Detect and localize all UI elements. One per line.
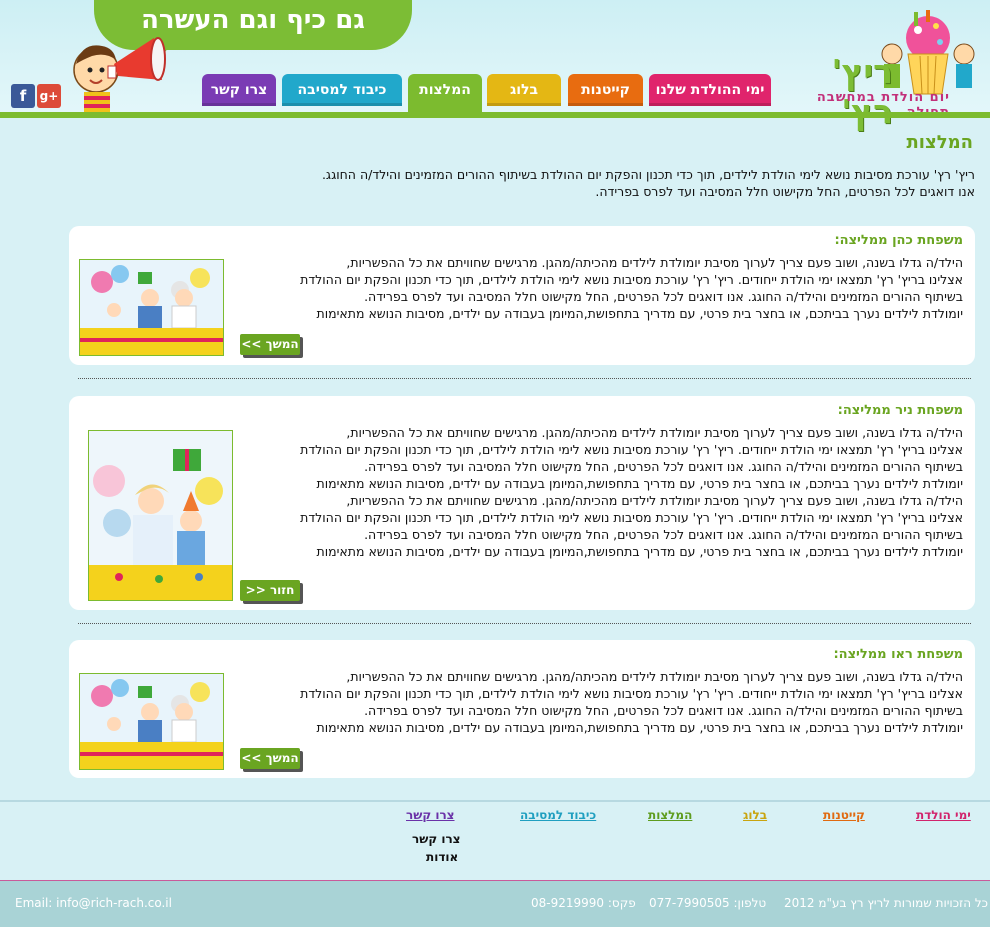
intro-text: ריץ' רץ' עורכת מסיבות נושא לימי הולדת לי…	[200, 166, 975, 200]
card-text: הילד/ה גדלו בשנה, ושוב פעם צריך לערוך מס…	[233, 254, 963, 322]
google-plus-icon[interactable]: g+	[37, 84, 61, 108]
footer-link-catering[interactable]: כיבוד למסיבה	[520, 808, 596, 822]
footer-link-recommendations[interactable]: המלצות	[648, 808, 692, 822]
card-text-line: הילד/ה גדלו בשנה, ושוב פעם צריך לערוך מס…	[346, 255, 963, 270]
card-text-line: יומולדת לילדים נערך בביתכם, או בחצר בית …	[316, 544, 963, 559]
nav-blog[interactable]: בלוג	[487, 74, 561, 106]
page-title: המלצות	[906, 132, 973, 153]
header: גם כיף וגם העשרה f g+ צרו קשר כיבוד למסי…	[0, 0, 990, 131]
email-link[interactable]: Email: info@rich-rach.co.il	[15, 896, 172, 910]
mascot-megaphone-icon	[73, 37, 166, 114]
nav-contact[interactable]: צרו קשר	[202, 74, 276, 106]
card-text-line: בשיתוף ההורים המזמינים והילד/ה החוגג. אנ…	[364, 459, 963, 474]
divider	[78, 623, 971, 624]
cupcake-logo-icon	[881, 10, 975, 95]
card-text-line: אצלינו בריץ' רץ' תמצאו ימי הולדת ייחודים…	[300, 442, 963, 457]
footer-link-blog[interactable]: בלוג	[743, 808, 767, 822]
bottom-bar: כל הזכויות שמורות לריץ רץ בע"מ 2012 טלפו…	[0, 880, 990, 927]
card-text-line: הילד/ה גדלו בשנה, ושוב פעם צריך לערוך מס…	[346, 669, 963, 684]
card-text-line: יומולדת לילדים נערך בביתכם, או בחצר בית …	[316, 476, 963, 491]
facebook-icon[interactable]: f	[11, 84, 35, 108]
footer-sublink-about[interactable]: אודות	[426, 850, 458, 864]
intro-line: אנו דואגים לכל הפרטים, החל מקישוט חלל המ…	[595, 184, 975, 199]
phone-text: טלפון: 077-7990505	[649, 896, 767, 910]
footer-nav: ימי הולדת קייטנות בלוג המלצות כיבוד למסי…	[0, 800, 990, 882]
card-text-line: בשיתוף ההורים המזמינים והילד/ה החוגג. אנ…	[364, 289, 963, 304]
divider	[78, 378, 971, 379]
nav-camps[interactable]: קייטנות	[568, 74, 643, 106]
footer-link-contact[interactable]: צרו קשר	[406, 808, 455, 822]
card-text-line: בשיתוף ההורים המזמינים והילד/ה החוגג. אנ…	[364, 703, 963, 718]
nav-catering[interactable]: כיבוד למסיבה	[282, 74, 402, 106]
card-text: הילד/ה גדלו בשנה, ושוב פעם צריך לערוך מס…	[233, 668, 963, 736]
recommendation-card: משפחת כהן ממליצה: הילד/ה גדלו בשנה, ושוב…	[69, 226, 975, 365]
card-text-line: יומולדת לילדים נערך בביתכם, או בחצר בית …	[316, 720, 963, 735]
continue-button[interactable]: המשך >>	[240, 334, 300, 355]
card-title: משפחת כהן ממליצה:	[834, 233, 963, 248]
family-party-image	[79, 673, 224, 770]
card-text-line: יומולדת לילדים נערך בביתכם, או בחצר בית …	[316, 306, 963, 321]
intro-line: ריץ' רץ' עורכת מסיבות נושא לימי הולדת לי…	[321, 167, 975, 182]
card-text: הילד/ה גדלו בשנה, ושוב פעם צריך לערוך מס…	[233, 424, 963, 560]
family-party-image	[88, 430, 233, 601]
continue-button[interactable]: המשך >>	[240, 748, 300, 769]
header-green-bar	[0, 112, 990, 118]
card-text-line: אצלינו בריץ' רץ' תמצאו ימי הולדת ייחודים…	[300, 686, 963, 701]
footer-link-camps[interactable]: קייטנות	[823, 808, 865, 822]
nav-birthdays[interactable]: ימי ההולדת שלנו	[649, 74, 771, 106]
back-button[interactable]: חזור <<	[240, 580, 300, 601]
nav-recommendations[interactable]: המלצות	[408, 74, 482, 112]
fax-text: פקס: 08-9219990	[531, 896, 636, 910]
card-text-line: אצלינו בריץ' רץ' תמצאו ימי הולדת ייחודים…	[300, 510, 963, 525]
card-text-line: בשיתוף ההורים המזמינים והילד/ה החוגג. אנ…	[364, 527, 963, 542]
recommendation-card: משפחת ניר ממליצה: הילד/ה גדלו בשנה, ושוב…	[69, 396, 975, 610]
footer-link-birthdays[interactable]: ימי הולדת	[916, 808, 971, 822]
card-text-line: הילד/ה גדלו בשנה, ושוב פעם צריך לערוך מס…	[346, 493, 963, 508]
card-text-line: אצלינו בריץ' רץ' תמצאו ימי הולדת ייחודים…	[300, 272, 963, 287]
recommendation-card: משפחת ראו ממליצה: הילד/ה גדלו בשנה, ושוב…	[69, 640, 975, 778]
card-title: משפחת ניר ממליצה:	[837, 403, 963, 418]
family-party-image	[79, 259, 224, 356]
copyright-text: כל הזכויות שמורות לריץ רץ בע"מ 2012	[784, 896, 989, 910]
card-title: משפחת ראו ממליצה:	[833, 647, 963, 662]
card-text-line: הילד/ה גדלו בשנה, ושוב פעם צריך לערוך מס…	[346, 425, 963, 440]
footer-sublink-contact[interactable]: צרו קשר	[412, 832, 461, 846]
